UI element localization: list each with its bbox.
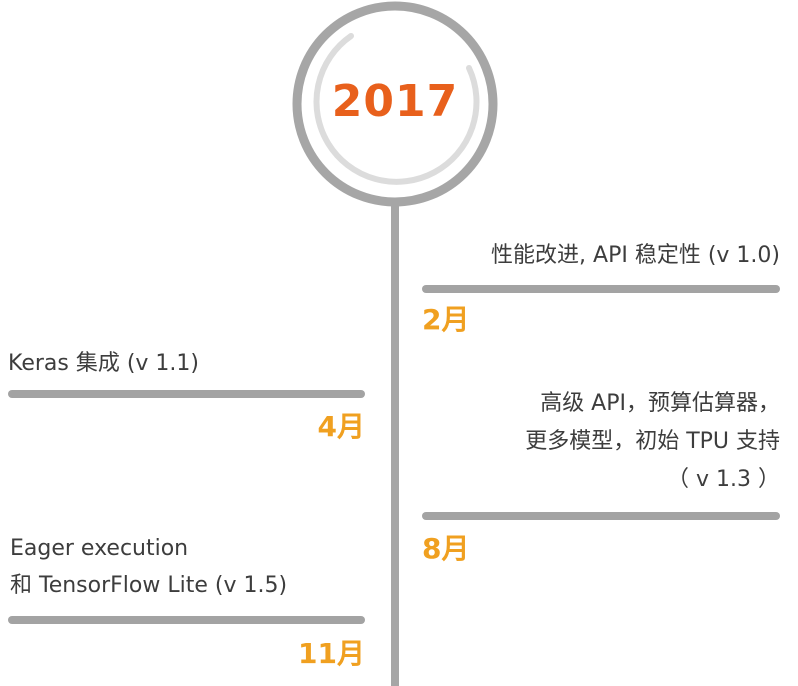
event-aug-month: 8月 — [422, 532, 470, 565]
event-apr-description: Keras 集成 (v 1.1) — [8, 345, 199, 382]
event-feb-month: 2月 — [422, 303, 470, 336]
event-nov-bar — [8, 616, 365, 624]
event-apr-line-1: Keras 集成 (v 1.1) — [8, 351, 200, 376]
event-aug-line-3: （ v 1.3 ） — [667, 467, 780, 492]
event-nov-line-1: Eager execution — [10, 536, 189, 561]
timeline: 2017 性能改进, API 稳定性 (v 1.0) 2月 Keras 集成 (… — [0, 0, 798, 686]
event-aug-description: 高级 API，预算估算器， 更多模型，初始 TPU 支持 （ v 1.3 ） — [525, 385, 780, 499]
event-aug-bar — [422, 512, 780, 520]
event-feb-description: 性能改进, API 稳定性 (v 1.0) — [491, 237, 780, 274]
event-nov-line-2: 和 TensorFlow Lite (v 1.5) — [10, 573, 288, 598]
event-apr-month: 4月 — [317, 410, 365, 443]
year-label: 2017 — [331, 76, 459, 127]
event-nov-month: 11月 — [298, 637, 365, 670]
event-feb-bar — [422, 285, 780, 293]
event-nov-description: Eager execution 和 TensorFlow Lite (v 1.5… — [10, 530, 287, 604]
event-aug-line-1: 高级 API，预算估算器， — [540, 391, 780, 416]
event-feb-line-1: 性能改进, API 稳定性 (v 1.0) — [491, 243, 780, 268]
event-aug-line-2: 更多模型，初始 TPU 支持 — [525, 429, 780, 454]
timeline-spine — [391, 206, 399, 686]
event-apr-bar — [8, 390, 365, 398]
